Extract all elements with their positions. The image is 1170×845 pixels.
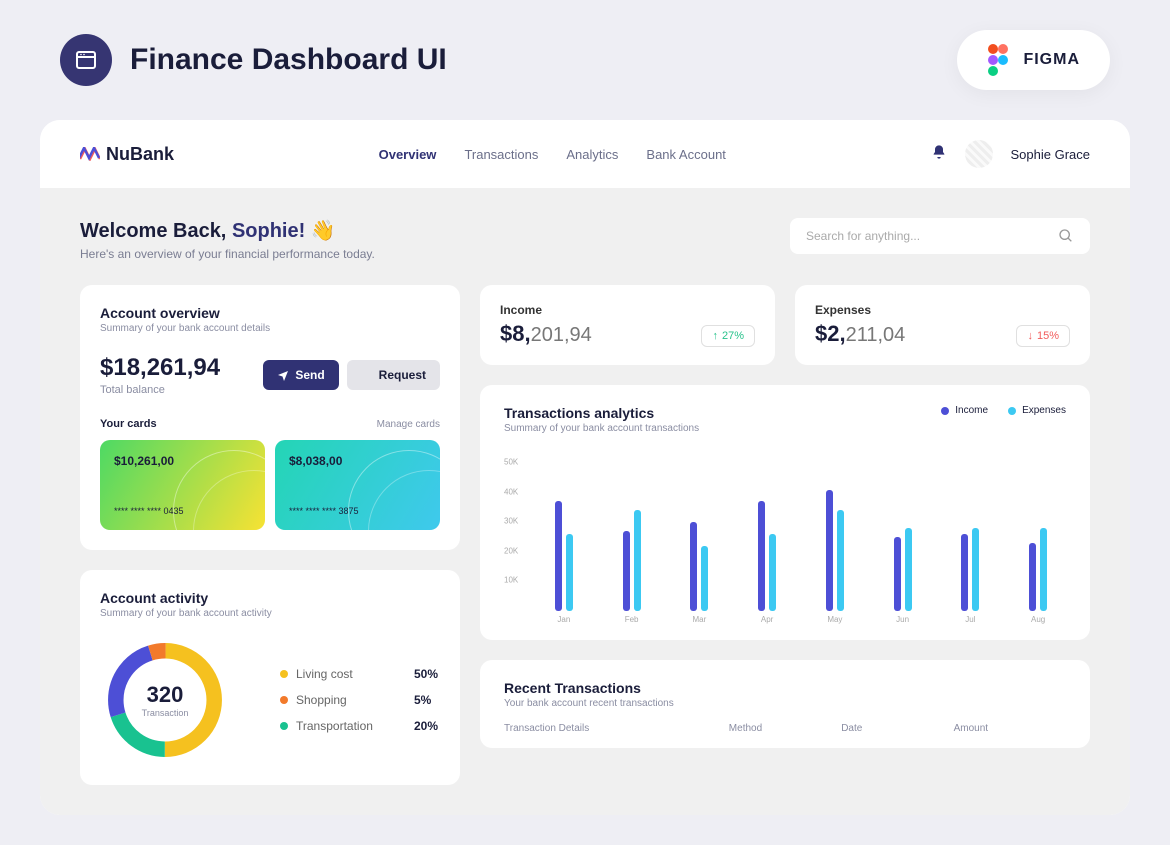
welcome-sub: Here's an overview of your financial per… <box>80 247 375 261</box>
manage-cards-link[interactable]: Manage cards <box>377 419 440 430</box>
card-number: **** **** **** 3875 <box>289 506 426 516</box>
left-column: Account overview Summary of your bank ac… <box>80 285 460 785</box>
col-header: Amount <box>954 723 1066 734</box>
right-column: Income $8,201,94 ↑27% Expenses $2,211,04 <box>480 285 1090 748</box>
search-icon <box>1058 228 1074 244</box>
nav-transactions[interactable]: Transactions <box>464 147 538 162</box>
send-icon <box>277 369 289 381</box>
activity-donut: 320 Transaction <box>100 635 230 765</box>
arrow-up-icon: ↑ <box>712 330 718 342</box>
send-button[interactable]: Send <box>263 360 338 390</box>
analytics-card: Transactions analytics Summary of your b… <box>480 385 1090 640</box>
table-header: Transaction Details Method Date Amount <box>504 723 1066 740</box>
col-header: Date <box>841 723 953 734</box>
activity-item: Living cost50% <box>280 667 440 681</box>
bell-icon[interactable] <box>931 144 947 165</box>
arrow-down-icon: ↓ <box>1027 330 1033 342</box>
donut-value: 320 <box>147 682 184 708</box>
username: Sophie Grace <box>1011 147 1091 162</box>
card-subtitle: Summary of your bank account activity <box>100 608 440 619</box>
transactions-chart: 50K40K30K20K10KJanFebMarAprMayJunJulAug <box>504 454 1066 624</box>
chart-legend: Income Expenses <box>941 405 1066 416</box>
page-title: Finance Dashboard UI <box>130 43 447 77</box>
card-subtitle: Your bank account recent transactions <box>504 698 1066 709</box>
welcome-title: Welcome Back, Sophie! 👋 <box>80 218 375 243</box>
brand[interactable]: NuBank <box>80 144 174 165</box>
card-amount: $8,038,00 <box>289 454 426 468</box>
nav-analytics[interactable]: Analytics <box>566 147 618 162</box>
col-header: Transaction Details <box>504 723 729 734</box>
topbar-right: Sophie Grace <box>931 140 1091 168</box>
activity-item: Shopping5% <box>280 693 440 707</box>
card-title: Account activity <box>100 590 440 606</box>
figma-badge: FIGMA <box>957 30 1110 90</box>
activity-item: Transportation20% <box>280 719 440 733</box>
dashboard-grid: Account overview Summary of your bank ac… <box>80 285 1090 785</box>
bank-card[interactable]: $8,038,00 **** **** **** 3875 <box>275 440 440 530</box>
nav-overview[interactable]: Overview <box>379 147 437 162</box>
figma-label: FIGMA <box>1023 51 1080 69</box>
account-overview-card: Account overview Summary of your bank ac… <box>80 285 460 550</box>
avatar[interactable] <box>965 140 993 168</box>
app-window: NuBank Overview Transactions Analytics B… <box>40 120 1130 815</box>
card-title: Account overview <box>100 305 440 321</box>
search-box[interactable] <box>790 218 1090 254</box>
account-activity-card: Account activity Summary of your bank ac… <box>80 570 460 785</box>
window-icon <box>60 34 112 86</box>
content-header: Welcome Back, Sophie! 👋 Here's an overvi… <box>80 218 1090 261</box>
donut-label: Transaction <box>142 708 189 718</box>
bank-card[interactable]: $10,261,00 **** **** **** 0435 <box>100 440 265 530</box>
card-title: Recent Transactions <box>504 680 1066 696</box>
income-card: Income $8,201,94 ↑27% <box>480 285 775 365</box>
request-button[interactable]: Request <box>347 360 440 390</box>
card-subtitle: Summary of your bank account transaction… <box>504 423 699 434</box>
figma-icon <box>987 44 1009 76</box>
card-number: **** **** **** 0435 <box>114 506 251 516</box>
card-title: Transactions analytics <box>504 405 699 421</box>
recent-transactions-card: Recent Transactions Your bank account re… <box>480 660 1090 748</box>
activity-legend: Living cost50% Shopping5% Transportation… <box>280 667 440 733</box>
stat-label: Income <box>500 303 592 317</box>
page-header: Finance Dashboard UI FIGMA <box>40 30 1130 90</box>
request-icon <box>361 369 373 381</box>
cards-label: Your cards <box>100 418 157 430</box>
balance-value: $18,261,94 <box>100 354 220 382</box>
brand-logo-icon <box>80 147 100 161</box>
content-area: Welcome Back, Sophie! 👋 Here's an overvi… <box>40 188 1130 815</box>
expenses-card: Expenses $2,211,04 ↓15% <box>795 285 1090 365</box>
stat-value: $2,211,04 <box>815 321 905 347</box>
nav-bank-account[interactable]: Bank Account <box>646 147 726 162</box>
trend-badge-down: ↓15% <box>1016 325 1070 347</box>
stat-label: Expenses <box>815 303 905 317</box>
card-amount: $10,261,00 <box>114 454 251 468</box>
search-input[interactable] <box>806 229 1048 243</box>
trend-badge-up: ↑27% <box>701 325 755 347</box>
main-nav: Overview Transactions Analytics Bank Acc… <box>379 147 726 162</box>
stat-value: $8,201,94 <box>500 321 592 347</box>
page-header-left: Finance Dashboard UI <box>60 34 447 86</box>
balance-label: Total balance <box>100 384 220 396</box>
card-subtitle: Summary of your bank account details <box>100 323 440 334</box>
brand-name: NuBank <box>106 144 174 165</box>
col-header: Method <box>729 723 841 734</box>
topbar: NuBank Overview Transactions Analytics B… <box>40 120 1130 188</box>
